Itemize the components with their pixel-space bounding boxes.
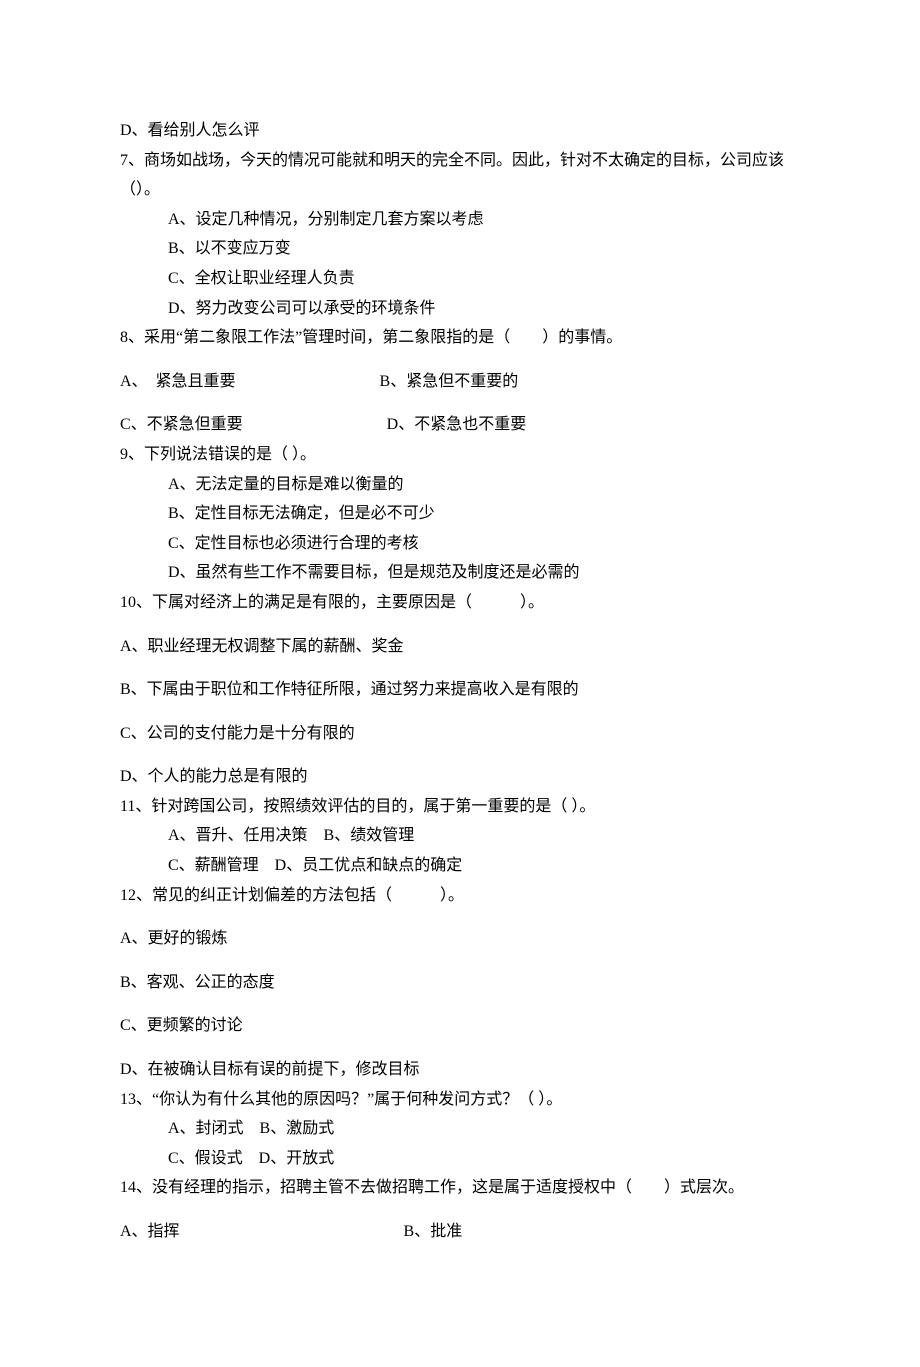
text-line: A、晋升、任用决策 B、绩效管理 xyxy=(120,821,800,851)
text-line: A、无法定量的目标是难以衡量的 xyxy=(120,470,800,500)
text-line: C、假设式 D、开放式 xyxy=(120,1144,800,1174)
text-line: D、在被确认目标有误的前提下，修改目标 xyxy=(120,1055,800,1085)
text-line: B、下属由于职位和工作特征所限，通过努力来提高收入是有限的 xyxy=(120,675,800,705)
text-line: C、全权让职业经理人负责 xyxy=(120,264,800,294)
text-line: B、客观、公正的态度 xyxy=(120,968,800,998)
text-line: D、虽然有些工作不需要目标，但是规范及制度还是必需的 xyxy=(120,558,800,588)
text-line: A、设定几种情况，分别制定几套方案以考虑 xyxy=(120,205,800,235)
text-line: 10、下属对经济上的满足是有限的，主要原因是（ ）。 xyxy=(120,588,800,618)
text-line: C、更频繁的讨论 xyxy=(120,1011,800,1041)
text-line: C、薪酬管理 D、员工优点和缺点的确定 xyxy=(120,851,800,881)
text-line: C、不紧急但重要 D、不紧急也不重要 xyxy=(120,410,800,440)
text-line: C、定性目标也必须进行合理的考核 xyxy=(120,529,800,559)
text-line: D、看给别人怎么评 xyxy=(120,116,800,146)
text-line: 14、没有经理的指示，招聘主管不去做招聘工作，这是属于适度授权中（ ）式层次。 xyxy=(120,1173,800,1203)
text-line: 12、常见的纠正计划偏差的方法包括（ ）。 xyxy=(120,881,800,911)
text-line: A、职业经理无权调整下属的薪酬、奖金 xyxy=(120,632,800,662)
document-page: D、看给别人怎么评7、商场如战场，今天的情况可能就和明天的完全不同。因此，针对不… xyxy=(0,0,920,1367)
text-line: 11、针对跨国公司，按照绩效评估的目的，属于第一重要的是（ ）。 xyxy=(120,792,800,822)
text-line: D、努力改变公司可以承受的环境条件 xyxy=(120,294,800,324)
text-line: A、更好的锻炼 xyxy=(120,924,800,954)
text-line: B、定性目标无法确定，但是必不可少 xyxy=(120,499,800,529)
text-line: B、以不变应万变 xyxy=(120,234,800,264)
text-line: 8、采用“第二象限工作法”管理时间，第二象限指的是（ ）的事情。 xyxy=(120,323,800,353)
text-line: C、公司的支付能力是十分有限的 xyxy=(120,719,800,749)
text-line: A、封闭式 B、激励式 xyxy=(120,1114,800,1144)
text-line: 13、“你认为有什么其他的原因吗？”属于何种发问方式？（ ）。 xyxy=(120,1085,800,1115)
text-line: 7、商场如战场，今天的情况可能就和明天的完全不同。因此，针对不太确定的目标，公司… xyxy=(120,146,800,205)
text-line: A、 紧急且重要 B、紧急但不重要的 xyxy=(120,367,800,397)
text-line: A、指挥 B、批准 xyxy=(120,1217,800,1247)
text-line: 9、下列说法错误的是（ ）。 xyxy=(120,440,800,470)
text-line: D、个人的能力总是有限的 xyxy=(120,762,800,792)
